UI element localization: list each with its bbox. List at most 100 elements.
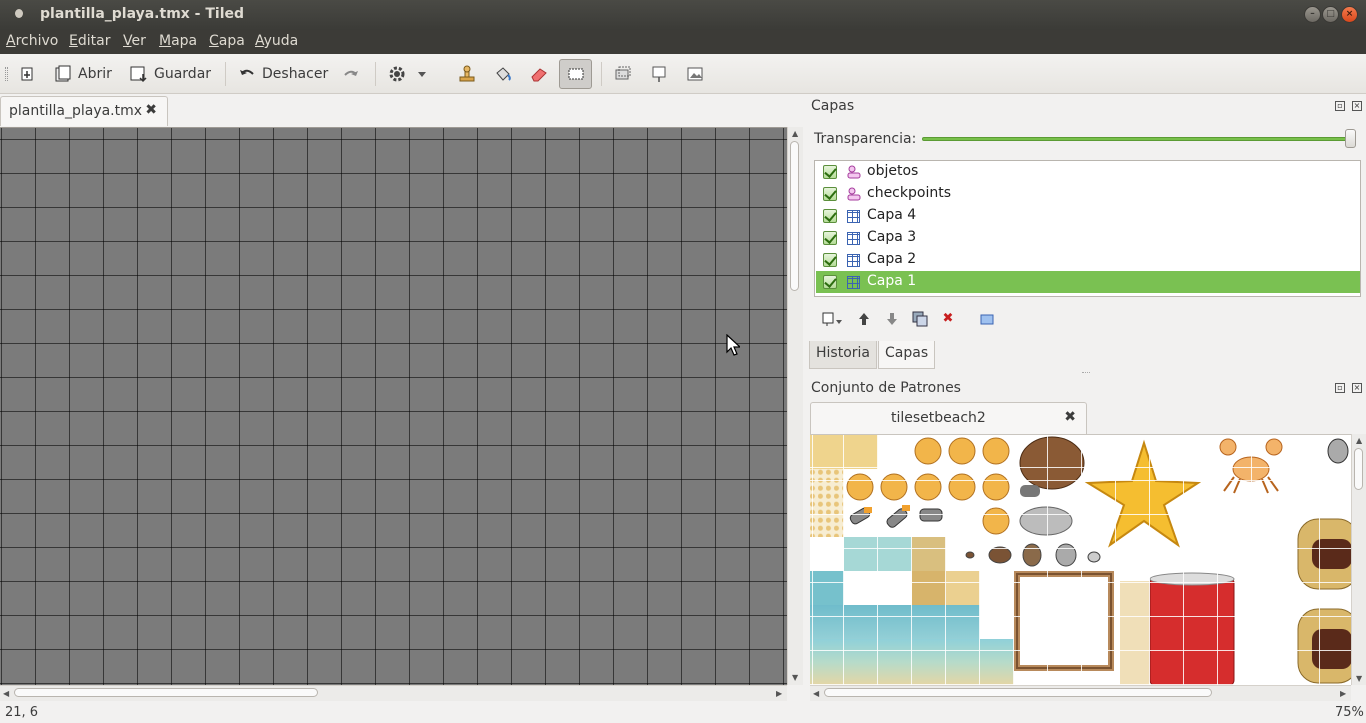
- arrow-down-icon: [887, 313, 897, 325]
- scroll-up-icon[interactable]: ▲: [792, 129, 798, 138]
- close-tab-icon[interactable]: ✖: [145, 102, 157, 118]
- menu-archivo[interactable]: Archivo: [6, 33, 58, 49]
- save-label: Guardar: [154, 66, 212, 82]
- layer-visibility-checkbox[interactable]: [823, 275, 837, 289]
- main-toolbar: Abrir Guardar Deshacer: [0, 54, 1366, 94]
- menu-editar[interactable]: Editar: [69, 33, 110, 49]
- tileset-horizontal-scrollbar[interactable]: ◀ ▶: [810, 685, 1351, 701]
- scroll-up-icon[interactable]: ▲: [1356, 436, 1362, 445]
- layer-list: objetos checkpoints Capa 4 Capa 3 Capa 2…: [814, 160, 1361, 297]
- map-vertical-scroll-thumb[interactable]: [790, 141, 799, 291]
- map-canvas[interactable]: [0, 127, 787, 685]
- tile-layer-icon: [847, 210, 860, 223]
- layer-visibility-checkbox[interactable]: [823, 187, 837, 201]
- tile-layer-icon: [847, 276, 860, 289]
- close-icon[interactable]: ×: [1341, 6, 1358, 23]
- tileset-grid-overlay: [810, 435, 1351, 685]
- app-menu-icon[interactable]: [15, 9, 23, 18]
- lower-layer-button[interactable]: [884, 311, 900, 327]
- status-bar: 21, 6 75%: [0, 703, 1366, 723]
- raise-layer-button[interactable]: [856, 311, 872, 327]
- menu-mapa[interactable]: Mapa: [159, 33, 197, 49]
- map-horizontal-scrollbar[interactable]: ◀ ▶: [0, 685, 787, 701]
- open-icon: [55, 65, 71, 82]
- insert-tile-icon: [652, 66, 666, 82]
- toolbar-separator: [225, 62, 226, 86]
- add-layer-button[interactable]: [822, 311, 842, 327]
- opacity-slider-handle[interactable]: [1345, 129, 1356, 148]
- map-vertical-scrollbar[interactable]: ▲ ▼: [787, 127, 803, 685]
- eraser-icon: [531, 68, 547, 82]
- layer-row-checkpoints[interactable]: checkpoints: [816, 183, 1360, 205]
- arrow-up-icon: [859, 313, 869, 325]
- tile-layer-icon: [847, 232, 860, 245]
- layer-row-capa-3[interactable]: Capa 3: [816, 227, 1360, 249]
- close-panel-icon[interactable]: ×: [1352, 101, 1362, 111]
- undo-icon: [240, 69, 254, 75]
- menu-ayuda[interactable]: Ayuda: [255, 33, 298, 49]
- insert-image-button[interactable]: [686, 62, 704, 86]
- scroll-right-icon[interactable]: ▶: [1340, 689, 1346, 698]
- splitter-handle[interactable]: [1082, 372, 1090, 374]
- tileset-horizontal-scroll-thumb[interactable]: [824, 688, 1212, 697]
- menu-bar: Archivo Editar Ver Mapa Capa Ayuda: [0, 30, 1366, 54]
- eraser-button[interactable]: [530, 62, 548, 86]
- title-bar: plantilla_playa.tmx - Tiled – □ ×: [0, 0, 1366, 30]
- duplicate-layer-button[interactable]: [912, 311, 928, 327]
- scroll-down-icon[interactable]: ▼: [1356, 674, 1362, 683]
- layer-visibility-checkbox[interactable]: [823, 231, 837, 245]
- scroll-right-icon[interactable]: ▶: [776, 689, 782, 698]
- menu-capa[interactable]: Capa: [209, 33, 245, 49]
- tileset-vertical-scrollbar[interactable]: ▲ ▼: [1351, 434, 1366, 685]
- float-panel-icon[interactable]: ▫: [1335, 383, 1345, 393]
- bucket-fill-button[interactable]: [494, 62, 512, 86]
- undo-button[interactable]: Deshacer: [238, 62, 328, 86]
- scroll-left-icon[interactable]: ◀: [3, 689, 9, 698]
- insert-tile-button[interactable]: [650, 62, 668, 86]
- opacity-slider[interactable]: [922, 137, 1352, 141]
- tileset-view[interactable]: [810, 434, 1351, 685]
- select-objects-button[interactable]: [614, 62, 632, 86]
- layer-row-capa-4[interactable]: Capa 4: [816, 205, 1360, 227]
- new-map-button[interactable]: [18, 62, 36, 86]
- document-tab[interactable]: plantilla_playa.tmx ✖: [0, 96, 168, 126]
- close-tab-icon[interactable]: ✖: [1064, 409, 1076, 425]
- redo-button[interactable]: [342, 62, 360, 86]
- tileset-tab[interactable]: tilesetbeach2 ✖: [810, 402, 1087, 434]
- float-panel-icon[interactable]: ▫: [1335, 101, 1345, 111]
- scroll-down-icon[interactable]: ▼: [792, 673, 798, 682]
- minimize-icon[interactable]: –: [1304, 6, 1321, 23]
- tileset-vertical-scroll-thumb[interactable]: [1354, 448, 1363, 490]
- zoom-level: 75%: [1335, 705, 1364, 720]
- delete-layer-button[interactable]: ✖: [940, 311, 956, 327]
- layer-row-objetos[interactable]: objetos: [816, 161, 1360, 183]
- layer-properties-button[interactable]: [979, 311, 995, 327]
- maximize-icon[interactable]: □: [1322, 6, 1339, 23]
- commands-button[interactable]: [388, 62, 426, 86]
- menu-ver[interactable]: Ver: [123, 33, 146, 49]
- object-layer-icon: [847, 187, 861, 201]
- close-panel-icon[interactable]: ×: [1352, 383, 1362, 393]
- rectangle-select-button[interactable]: [559, 59, 592, 89]
- tileset-tab-label: tilesetbeach2: [891, 410, 986, 426]
- map-horizontal-scroll-thumb[interactable]: [14, 688, 318, 697]
- layer-visibility-checkbox[interactable]: [823, 253, 837, 267]
- tab-historia[interactable]: Historia: [809, 341, 877, 369]
- layer-row-capa-2[interactable]: Capa 2: [816, 249, 1360, 271]
- toolbar-separator: [601, 62, 602, 86]
- tab-capas[interactable]: Capas: [878, 341, 936, 369]
- stamp-brush-button[interactable]: [458, 62, 476, 86]
- save-button[interactable]: Guardar: [130, 62, 211, 86]
- document-tab-label: plantilla_playa.tmx: [9, 103, 143, 119]
- layer-visibility-checkbox[interactable]: [823, 209, 837, 223]
- select-objects-icon: [615, 66, 631, 80]
- layer-visibility-checkbox[interactable]: [823, 165, 837, 179]
- toolbar-grip[interactable]: [5, 67, 8, 81]
- layer-row-capa-1[interactable]: Capa 1: [816, 271, 1360, 293]
- undo-label: Deshacer: [262, 66, 329, 82]
- scroll-left-icon[interactable]: ◀: [813, 689, 819, 698]
- new-map-icon: [21, 67, 33, 81]
- gear-icon: [389, 66, 405, 82]
- redo-icon: [344, 70, 358, 76]
- open-button[interactable]: Abrir: [54, 62, 112, 86]
